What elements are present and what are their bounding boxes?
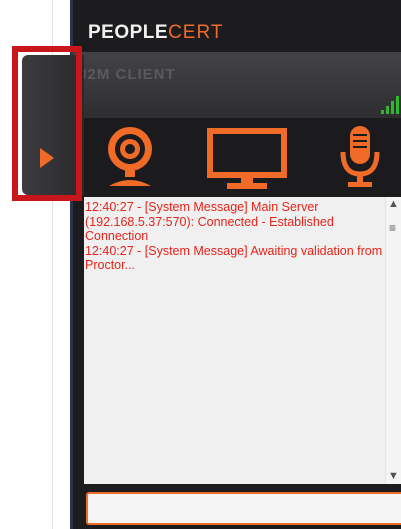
logo-text-cert: CERT	[168, 22, 224, 43]
chat-input[interactable]	[86, 492, 401, 525]
logo-text-people: PEOPLE	[88, 22, 169, 43]
scroll-up-icon[interactable]: ▲	[388, 198, 399, 210]
client-title: M2M CLIENT	[74, 66, 176, 83]
monitor-icon[interactable]	[207, 128, 287, 190]
scroll-grip-icon[interactable]: ≡	[389, 221, 396, 235]
peoplecert-logo: PEOPLECERT	[88, 22, 223, 44]
signal-strength-icon	[381, 96, 399, 114]
highlight-box	[12, 46, 82, 201]
scroll-down-icon[interactable]: ▼	[388, 470, 399, 482]
log-line: 12:40:27 - [System Message] Awaiting val…	[85, 243, 383, 273]
message-log: 12:40:27 - [System Message] Main Server …	[84, 197, 401, 484]
microphone-icon[interactable]	[340, 124, 380, 190]
log-scrollbar[interactable]: ▲ ≡ ▼	[385, 197, 401, 484]
log-text: 12:40:27 - [System Message] Main Server …	[85, 200, 385, 273]
log-line: 12:40:27 - [System Message] Main Server …	[85, 200, 334, 243]
webcam-icon[interactable]	[103, 124, 157, 188]
client-title-bar	[73, 52, 401, 118]
